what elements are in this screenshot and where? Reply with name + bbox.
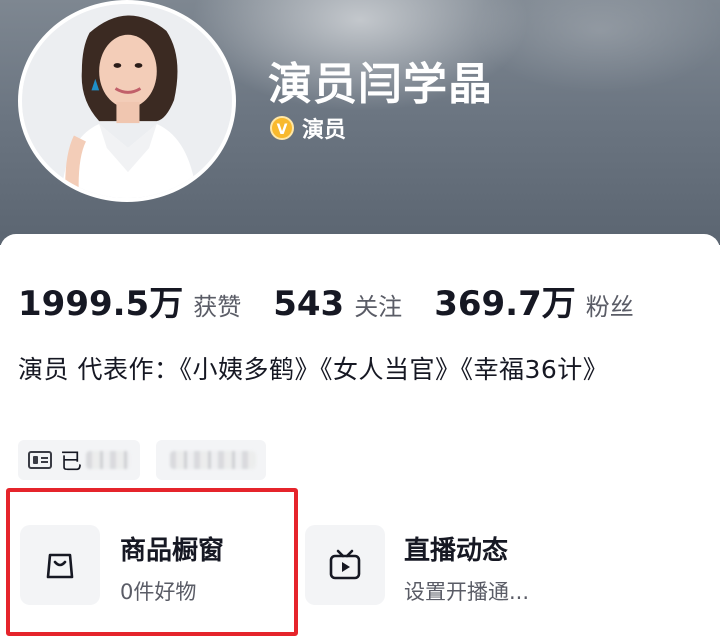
- stat-value: 369.7万: [434, 284, 576, 324]
- avatar[interactable]: [18, 0, 236, 202]
- stat-following[interactable]: 543 关注: [273, 284, 402, 324]
- blurred-text: [86, 451, 130, 469]
- avatar-image: [22, 4, 232, 198]
- verification-row: V 演员: [270, 112, 346, 144]
- profile-name: 演员闫学晶: [268, 59, 493, 110]
- stat-label: 关注: [354, 293, 403, 321]
- tv-play-icon: [329, 549, 361, 580]
- verified-badge-icon: V: [270, 116, 294, 140]
- profile-header: 演员闫学晶 V 演员: [0, 0, 720, 245]
- stat-likes: 1999.5万 获赞: [18, 276, 241, 325]
- stat-value: 543: [273, 284, 345, 324]
- shop-window-tile[interactable]: [20, 525, 100, 605]
- stat-label: 获赞: [193, 293, 242, 321]
- info-tag[interactable]: [156, 440, 266, 480]
- stats-row: 1999.5万 获赞 543 关注 369.7万 粉丝: [18, 276, 666, 325]
- shopping-bag-icon: [46, 553, 74, 579]
- blurred-text: [170, 451, 256, 469]
- live-broadcast-title[interactable]: 直播动态: [404, 530, 508, 567]
- shop-window-subtitle: 0件好物: [120, 580, 197, 604]
- shop-window-title[interactable]: 商品橱窗: [120, 530, 224, 567]
- profile-bio: 演员 代表作：《小姨多鹤》《女人当官》《幸福36计》: [18, 355, 609, 384]
- stat-followers[interactable]: 369.7万 粉丝: [434, 276, 634, 325]
- live-broadcast-tile[interactable]: [305, 525, 385, 605]
- stat-value: 1999.5万: [18, 284, 184, 324]
- id-card-icon: [28, 451, 52, 469]
- live-broadcast-subtitle: 设置开播通...: [404, 580, 530, 604]
- identity-tag[interactable]: 已: [18, 440, 140, 480]
- identity-tag-label: 已: [60, 450, 83, 475]
- stat-label: 粉丝: [585, 293, 634, 321]
- verification-label: 演员: [302, 118, 347, 143]
